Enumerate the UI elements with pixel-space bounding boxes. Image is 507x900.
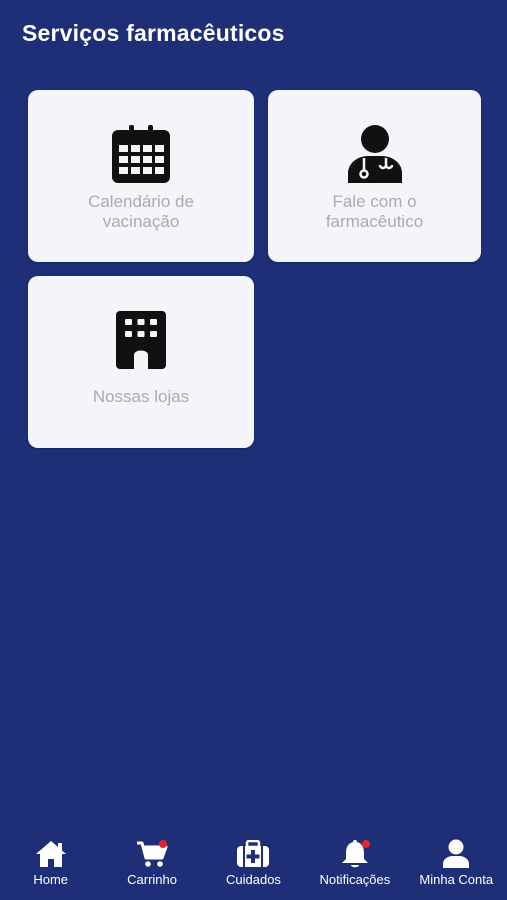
nav-care-label: Cuidados: [226, 872, 281, 887]
our-stores-label: Nossas lojas: [92, 387, 190, 406]
bottom-navigation: Home Carrinho Cuidados Notificações Minh…: [0, 834, 507, 900]
page-title: Serviços farmacêuticos: [22, 20, 285, 46]
nav-my-account-label: Minha Conta: [419, 872, 494, 887]
nav-cart-label: Carrinho: [127, 872, 177, 887]
talk-to-pharmacist-label: Fale com o farmacêutico: [325, 192, 424, 231]
vaccination-calendar-card[interactable]: Calendário de vacinação: [28, 90, 254, 262]
vaccination-calendar-label: Calendário de vacinação: [88, 192, 194, 231]
home-icon: [34, 838, 68, 870]
nav-notifications-label: Notificações: [319, 872, 391, 887]
building-icon: [111, 310, 171, 370]
doctor-icon: [345, 124, 405, 184]
talk-to-pharmacist-card[interactable]: Fale com o farmacêutico: [268, 90, 481, 262]
calendar-icon: [111, 124, 171, 184]
nav-care[interactable]: Cuidados: [203, 838, 303, 887]
cart-icon: [135, 838, 169, 870]
nav-cart[interactable]: Carrinho: [102, 838, 202, 887]
notifications-badge: [361, 840, 370, 848]
user-icon: [439, 838, 473, 870]
nav-my-account[interactable]: Minha Conta: [406, 838, 506, 887]
bell-icon: [338, 838, 372, 870]
nav-home-label: Home: [33, 872, 69, 887]
our-stores-card[interactable]: Nossas lojas: [28, 276, 254, 448]
nav-notifications[interactable]: Notificações: [305, 838, 405, 887]
nav-home[interactable]: Home: [1, 838, 101, 887]
medical-kit-icon: [236, 838, 270, 870]
